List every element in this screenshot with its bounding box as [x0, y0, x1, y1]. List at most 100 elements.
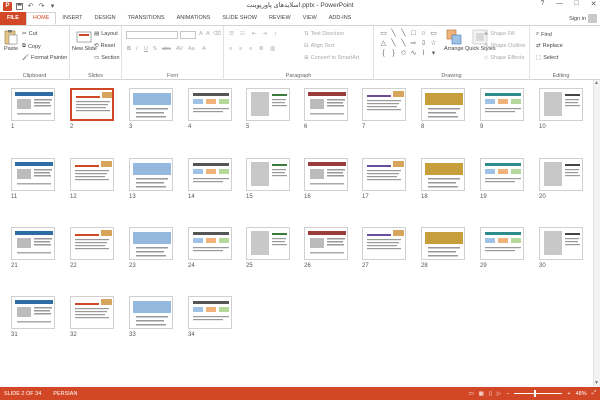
- slide-thumbnail[interactable]: [304, 158, 348, 191]
- tab-home[interactable]: HOME: [25, 12, 57, 25]
- zoom-slider-knob[interactable]: [534, 390, 537, 397]
- tab-add-ins[interactable]: ADD-INS: [323, 12, 358, 25]
- fit-to-window-icon[interactable]: ⤢: [592, 390, 596, 397]
- align-text-button[interactable]: ⊟ Align Text: [304, 43, 334, 49]
- rectangle-shape-icon[interactable]: □: [409, 29, 418, 38]
- text-direction-button[interactable]: ⇅ Text Direction: [304, 31, 344, 37]
- underline-icon[interactable]: U: [144, 46, 148, 52]
- slide-thumbnail[interactable]: [188, 88, 232, 121]
- char-spacing-icon[interactable]: AV: [176, 46, 183, 52]
- curve-shape-icon[interactable]: ∿: [409, 49, 418, 58]
- justify-icon[interactable]: ≣: [259, 46, 264, 52]
- save-icon[interactable]: [16, 2, 23, 10]
- redo-icon[interactable]: ↷: [38, 3, 45, 10]
- zoom-slider[interactable]: [514, 390, 563, 397]
- slide-thumbnail[interactable]: [304, 88, 348, 121]
- slide-thumbnail[interactable]: [539, 227, 583, 260]
- textbox-shape-icon[interactable]: ▭: [379, 29, 388, 38]
- slide-thumbnail[interactable]: [480, 158, 524, 191]
- decrease-indent-icon[interactable]: ⇤: [252, 31, 257, 37]
- arrow-shape-icon[interactable]: ⇩: [419, 39, 428, 48]
- slide-thumbnail[interactable]: [11, 296, 55, 329]
- rectangle-shape-icon[interactable]: ▭: [429, 29, 438, 38]
- columns-icon[interactable]: ▥: [270, 46, 275, 52]
- undo-icon[interactable]: ↶: [27, 3, 34, 10]
- slide-thumbnail[interactable]: [70, 227, 114, 260]
- font-size-box[interactable]: [180, 31, 196, 39]
- arrange-button[interactable]: Arrange: [444, 29, 464, 52]
- shape-effects-button[interactable]: ◇ Shape Effects: [484, 55, 524, 61]
- slide-thumbnail[interactable]: [70, 296, 114, 329]
- avatar[interactable]: [588, 14, 597, 23]
- shrink-font-icon[interactable]: A: [206, 31, 210, 37]
- tab-slide-show[interactable]: SLIDE SHOW: [216, 12, 263, 25]
- line-spacing-icon[interactable]: ↕: [274, 31, 277, 37]
- tab-file[interactable]: FILE: [0, 12, 26, 25]
- shapes-gallery[interactable]: ▭ ╲ ╲ □ ○ ▭ △ ╲ ╲ ⇨ ⇩ ☆ { } ✩ ∿ ⌇ ▾: [379, 29, 438, 58]
- shape-outline-button[interactable]: ✎ Shape Outline: [484, 43, 525, 49]
- slide-thumbnail[interactable]: [129, 296, 173, 329]
- slide-thumbnail[interactable]: [11, 158, 55, 191]
- vertical-scrollbar[interactable]: [593, 80, 600, 387]
- normal-view-icon[interactable]: ▭: [468, 391, 473, 397]
- increase-indent-icon[interactable]: ⇥: [262, 31, 267, 37]
- change-case-icon[interactable]: Aa: [188, 46, 195, 52]
- slide-thumbnail[interactable]: [246, 88, 290, 121]
- reset-button[interactable]: ⟲ Reset: [94, 43, 115, 49]
- more-shapes-icon[interactable]: ▾: [429, 49, 438, 58]
- sign-in-link[interactable]: Sign in: [569, 16, 586, 22]
- copy-button[interactable]: ⧉ Copy: [22, 43, 41, 50]
- grow-font-icon[interactable]: A: [199, 31, 203, 37]
- zoom-level[interactable]: 48%: [576, 391, 587, 397]
- star-shape-icon[interactable]: ☆: [429, 39, 438, 48]
- slide-thumbnail[interactable]: [421, 158, 465, 191]
- reading-view-icon[interactable]: ▯: [489, 391, 492, 397]
- oval-shape-icon[interactable]: ○: [419, 29, 428, 38]
- tab-animations[interactable]: ANIMATIONS: [171, 12, 217, 25]
- clear-format-icon[interactable]: ⌫: [213, 31, 221, 37]
- close-icon[interactable]: ✕: [589, 0, 598, 8]
- star-shape-icon[interactable]: ✩: [399, 49, 408, 58]
- slide-thumbnail[interactable]: [539, 88, 583, 121]
- line-shape-icon[interactable]: ╲: [389, 39, 398, 48]
- font-name-box[interactable]: [126, 31, 178, 39]
- slide-thumbnail[interactable]: [421, 88, 465, 121]
- numbering-icon[interactable]: ☷: [240, 31, 245, 37]
- align-right-icon[interactable]: ≡: [249, 46, 252, 52]
- freeform-shape-icon[interactable]: ⌇: [419, 49, 428, 58]
- slide-thumbnail[interactable]: [70, 158, 114, 191]
- slide-thumbnail[interactable]: [421, 227, 465, 260]
- tab-view[interactable]: VIEW: [297, 12, 323, 25]
- line-shape-icon[interactable]: ╲: [399, 29, 408, 38]
- tab-insert[interactable]: INSERT: [56, 12, 88, 25]
- shape-fill-button[interactable]: ◈ Shape Fill: [484, 31, 515, 37]
- select-button[interactable]: ⬚ Select: [536, 55, 559, 61]
- font-color-icon[interactable]: A: [202, 46, 206, 52]
- brace-shape-icon[interactable]: {: [379, 49, 388, 58]
- slide-sorter-view-icon[interactable]: ▦: [479, 391, 484, 397]
- customize-qat-icon[interactable]: ▾: [49, 3, 56, 10]
- italic-icon[interactable]: I: [136, 46, 138, 52]
- tab-review[interactable]: REVIEW: [263, 12, 297, 25]
- slideshow-view-icon[interactable]: ▷: [497, 391, 501, 397]
- maximize-icon[interactable]: □: [572, 0, 581, 8]
- cut-button[interactable]: ✂ Cut: [22, 31, 37, 37]
- minimize-icon[interactable]: —: [555, 0, 564, 8]
- replace-button[interactable]: ⇄ Replace: [536, 43, 563, 49]
- convert-smartart-button[interactable]: ⊞ Convert to SmartArt: [304, 55, 359, 61]
- slide-thumbnail[interactable]: [304, 227, 348, 260]
- layout-button[interactable]: ▤ Layout: [94, 31, 118, 37]
- scroll-down-icon[interactable]: ▼: [593, 380, 600, 387]
- help-icon[interactable]: ?: [538, 0, 547, 8]
- slide-thumbnail[interactable]: [11, 88, 55, 121]
- shadow-icon[interactable]: S: [153, 46, 157, 52]
- bullets-icon[interactable]: ☰: [229, 31, 234, 37]
- brace-shape-icon[interactable]: }: [389, 49, 398, 58]
- slide-thumbnail[interactable]: [362, 227, 406, 260]
- slide-thumbnail[interactable]: [188, 158, 232, 191]
- align-center-icon[interactable]: ≡: [239, 46, 242, 52]
- slide-thumbnail[interactable]: [362, 88, 406, 121]
- align-left-icon[interactable]: ≡: [229, 46, 232, 52]
- slide-thumbnail[interactable]: [129, 158, 173, 191]
- slide-thumbnail[interactable]: [246, 158, 290, 191]
